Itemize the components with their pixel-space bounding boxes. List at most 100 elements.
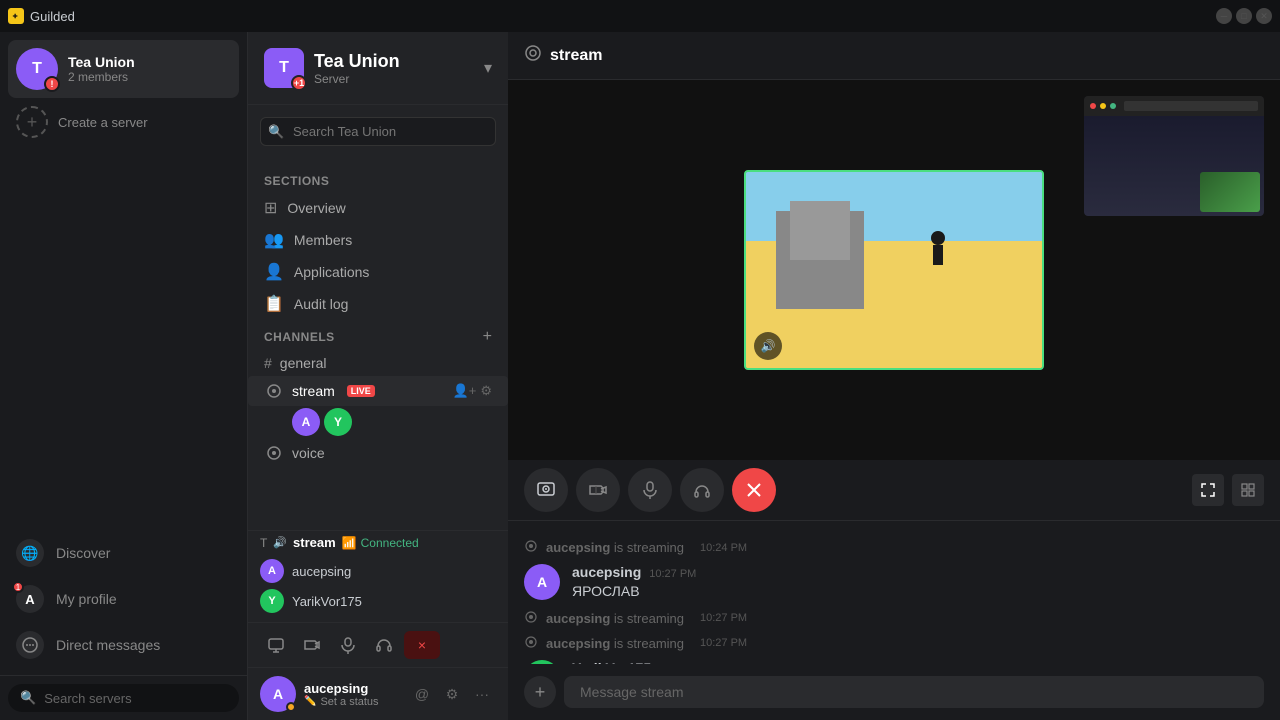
nav-item-overview[interactable]: ⊞ Overview (248, 192, 508, 224)
voice-user-row-2: Y YarikVor175 (260, 586, 496, 616)
search-icon: 🔍 (20, 690, 36, 706)
nav-item-members[interactable]: 👥 Members (248, 224, 508, 256)
char-body (933, 245, 943, 265)
server-notif-badge: +1 (291, 75, 307, 91)
live-badge: LIVE (347, 385, 375, 397)
create-server-button[interactable]: + Create a server (8, 98, 239, 146)
sidebar-item-direct-messages[interactable]: Direct messages (8, 623, 239, 667)
overview-label: Overview (287, 200, 345, 216)
char-head (931, 231, 945, 245)
channels-list: Sections ⊞ Overview 👥 Members 👤 Applicat… (248, 158, 508, 530)
overview-icon: ⊞ (264, 198, 277, 218)
search-servers-placeholder: Search servers (44, 691, 131, 706)
system-voice-icon (524, 539, 538, 556)
voice-users-rows: A aucepsing Y YarikVor175 (248, 554, 508, 622)
app-title: Guilded (30, 9, 75, 24)
voice-avatar-yarikvor: Y (260, 589, 284, 613)
stream-camera-button[interactable] (576, 468, 620, 512)
settings-gear-button[interactable]: ⚙ (438, 680, 466, 708)
channel-item-stream[interactable]: stream LIVE 👤+ ⚙ (248, 376, 508, 406)
thumbnail-video (1084, 96, 1264, 216)
game-scene (746, 172, 1042, 368)
screen-share-voice-btn[interactable] (260, 629, 292, 661)
voice-users-list: A Y (248, 406, 508, 438)
minimize-button[interactable]: ─ (1216, 8, 1232, 24)
search-servers-input[interactable]: 🔍 Search servers (8, 684, 239, 712)
at-button[interactable]: @ (408, 680, 436, 708)
server-search-input[interactable] (260, 117, 496, 146)
maximize-button[interactable]: □ (1236, 8, 1252, 24)
message-time-1: 10:27 PM (649, 568, 696, 580)
nav-item-applications[interactable]: 👤 Applications (248, 256, 508, 288)
status-icon: ✏️ (304, 696, 316, 707)
close-button[interactable]: ✕ (1256, 8, 1272, 24)
search-servers-area: 🔍 Search servers (0, 675, 247, 720)
invite-button[interactable]: 👤+ (453, 383, 477, 399)
camera-voice-btn[interactable] (296, 629, 328, 661)
channel-item-voice[interactable]: voice (248, 438, 508, 468)
more-button[interactable]: ··· (468, 680, 496, 708)
channel-type-header-icon (524, 44, 542, 67)
thumb-dot-yellow (1100, 103, 1106, 109)
server-header-sub: Server (314, 72, 484, 86)
channel-item-general[interactable]: # general (248, 350, 508, 376)
channel-voice-label: voice (292, 445, 325, 461)
settings-button[interactable]: ⚙ (480, 383, 492, 399)
sidebar-item-profile[interactable]: A My profile 1 (8, 577, 239, 621)
voice-channel-icon-2 (264, 443, 284, 463)
message-author-1: aucepsing (572, 564, 641, 580)
stream-main-video: 🔊 (744, 170, 1044, 370)
headphones-voice-btn[interactable] (368, 629, 400, 661)
chat-add-button[interactable]: + (524, 676, 556, 708)
stream-end-button[interactable] (732, 468, 776, 512)
stream-screenshare-button[interactable] (524, 468, 568, 512)
voice-user-name-2: YarikVor175 (292, 594, 362, 609)
chat-input-box[interactable]: Message stream (564, 676, 1264, 708)
channel-name-header: stream (550, 47, 602, 65)
server-header: T +1 Tea Union Server ▾ (248, 32, 508, 105)
server-search-wrap: 🔍 (260, 117, 496, 146)
status-label: Set a status (320, 696, 378, 708)
user-bar-actions: @ ⚙ ··· (408, 680, 496, 708)
chat-input-placeholder: Message stream (580, 684, 683, 700)
voice-channel-name: stream (293, 535, 336, 550)
end-call-voice-btn[interactable]: × (404, 631, 440, 659)
add-channel-button[interactable]: + (483, 328, 492, 346)
titlebar: Guilded ─ □ ✕ (0, 0, 1280, 32)
message-avatar-1: A (524, 564, 560, 600)
system-message-text-2: aucepsing is streaming (546, 611, 684, 626)
channel-actions: 👤+ ⚙ (453, 383, 492, 399)
connected-label: Connected (361, 536, 419, 550)
sidebar-item-discover[interactable]: 🌐 Discover (8, 531, 239, 575)
thumb-topbar (1084, 96, 1264, 116)
stream-thumbnail (1084, 96, 1264, 216)
layout-expand-button[interactable] (1192, 474, 1224, 506)
left-sidebar: T ! Tea Union 2 members + Create a serve… (0, 32, 248, 720)
server-info-tea-union: Tea Union 2 members (68, 54, 231, 84)
audit-log-icon: 📋 (264, 294, 284, 314)
server-item-tea-union[interactable]: T ! Tea Union 2 members (8, 40, 239, 98)
voice-connected-status: 📶 Connected (342, 536, 419, 550)
thumb-dot-red (1090, 103, 1096, 109)
nav-item-audit-log[interactable]: 📋 Audit log (248, 288, 508, 320)
layout-grid-button[interactable] (1232, 474, 1264, 506)
server-dropdown-button[interactable]: ▾ (484, 58, 492, 78)
direct-messages-label: Direct messages (56, 637, 160, 653)
voice-user-aucepsing: A (292, 408, 320, 436)
stream-mute-button[interactable]: 🔊 (754, 332, 782, 360)
direct-messages-icon (16, 631, 44, 659)
server-avatar-tea-union: T ! (16, 48, 58, 90)
stream-headphones-button[interactable] (680, 468, 724, 512)
stream-mic-button[interactable] (628, 468, 672, 512)
user-bar-status: ✏️ Set a status (304, 696, 400, 708)
mic-voice-btn[interactable] (332, 629, 364, 661)
app-body: T ! Tea Union 2 members + Create a serve… (0, 32, 1280, 720)
thumb-game (1200, 172, 1260, 212)
thumb-address-bar (1124, 101, 1258, 111)
server-header-info: Tea Union Server (314, 51, 484, 86)
system-message-1: aucepsing is streaming 10:24 PM (524, 537, 1264, 558)
message-text-1: ЯРОСЛАВ (572, 582, 1264, 602)
window-controls: ─ □ ✕ (1216, 8, 1272, 24)
server-list: T ! Tea Union 2 members + Create a serve… (0, 32, 247, 523)
notification-dot: 1 (12, 581, 24, 593)
